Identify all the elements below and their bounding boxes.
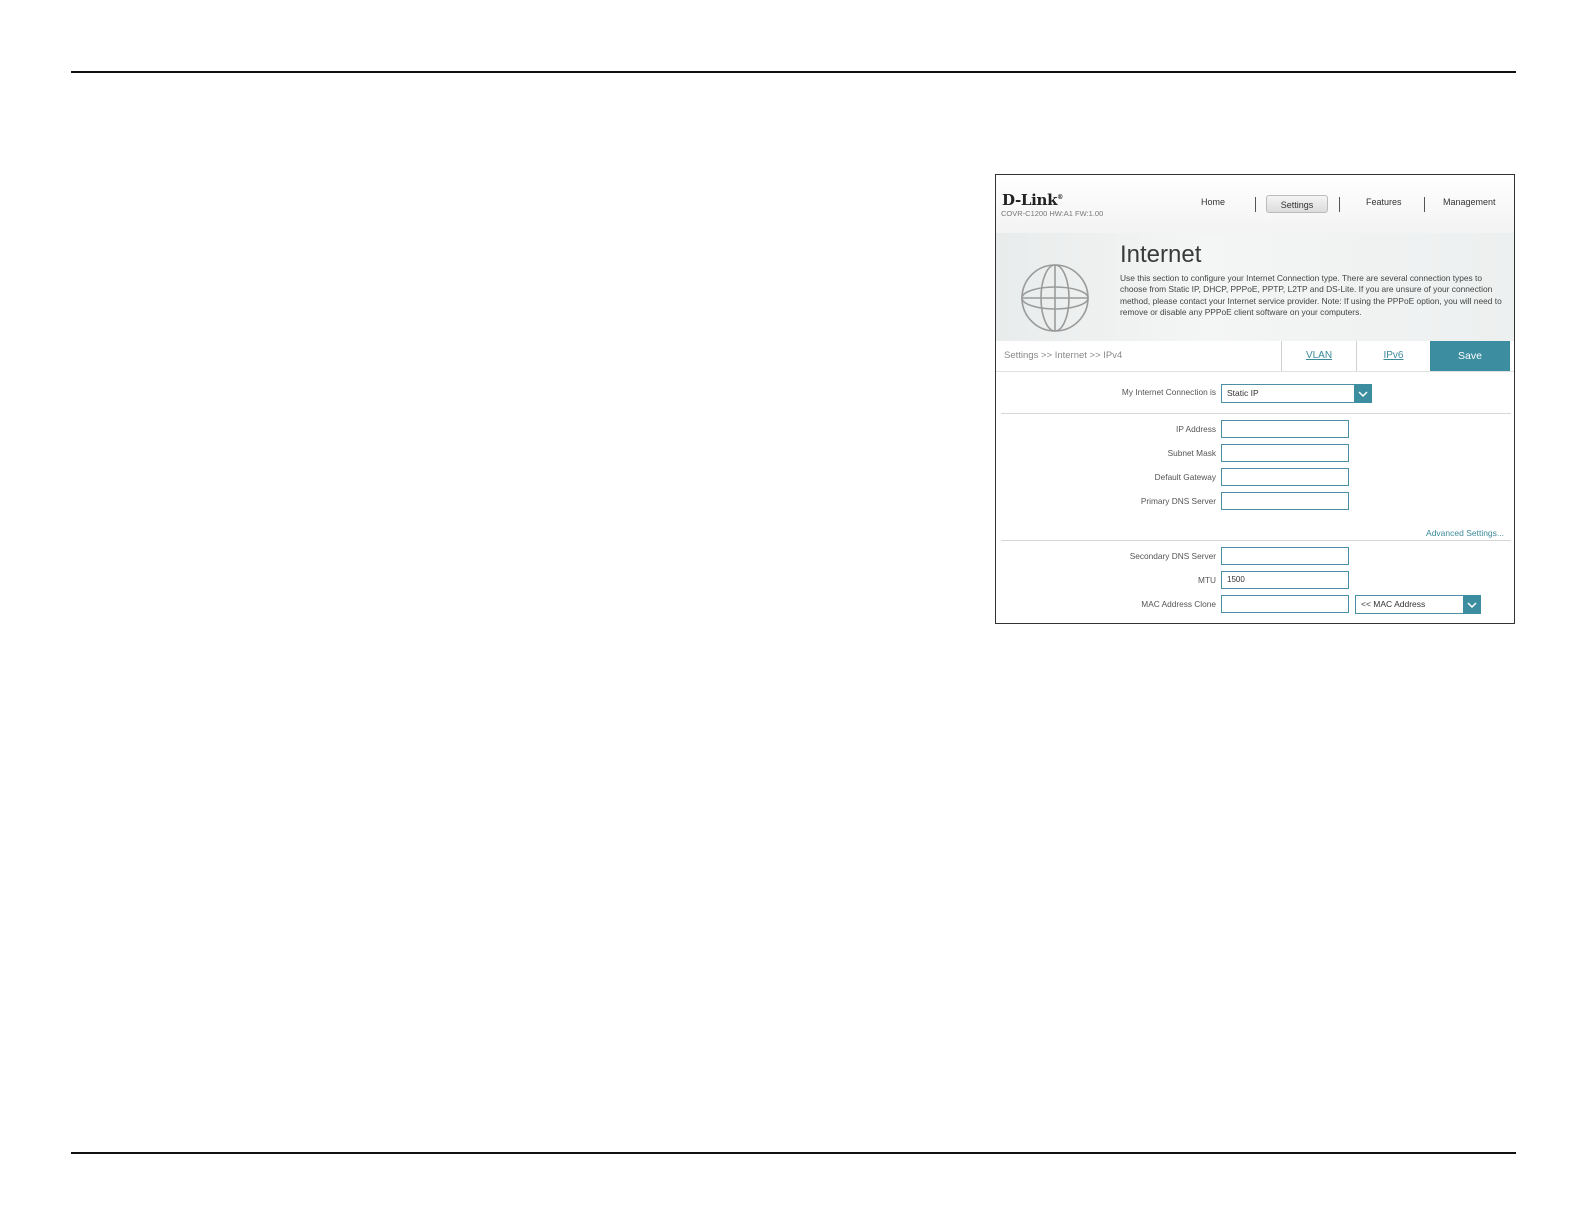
primary-dns-label: Primary DNS Server (1140, 496, 1216, 506)
page-title: Internet (1120, 241, 1202, 268)
save-button[interactable]: Save (1430, 341, 1510, 371)
nav-separator (1339, 197, 1340, 212)
section-divider (1001, 540, 1511, 541)
nav-separator (1424, 197, 1425, 212)
dlink-logo: D-Link® (1002, 191, 1063, 209)
chevron-down-icon[interactable] (1354, 384, 1372, 403)
secondary-dns-label: Secondary DNS Server (1129, 551, 1216, 561)
router-ui-screenshot: D-Link® COVR-C1200 HW:A1 FW:1.00 Home Se… (995, 174, 1515, 624)
mac-clone-input[interactable] (1221, 595, 1349, 613)
primary-dns-input[interactable] (1221, 492, 1349, 510)
page-banner: Internet Use this section to configure y… (996, 233, 1514, 341)
breadcrumb: Settings >> Internet >> IPv4 (1004, 350, 1123, 361)
section-divider (1001, 413, 1511, 414)
page-top-rule (71, 71, 1516, 73)
nav-settings[interactable]: Settings (1266, 195, 1328, 213)
connection-type-label: My Internet Connection is (1121, 387, 1216, 397)
nav-features[interactable]: Features (1366, 197, 1402, 207)
advanced-settings-link[interactable]: Advanced Settings... (1426, 528, 1504, 538)
mac-clone-label: MAC Address Clone (1141, 599, 1216, 609)
chevron-down-icon[interactable] (1463, 595, 1481, 614)
default-gateway-label: Default Gateway (1154, 472, 1216, 482)
connection-type-value: Static IP (1227, 388, 1259, 398)
subnet-mask-input[interactable] (1221, 444, 1349, 462)
page-description: Use this section to configure your Inter… (1120, 273, 1502, 318)
breadcrumb-bar: Settings >> Internet >> IPv4 VLAN IPv6 S… (996, 341, 1514, 372)
mac-address-select[interactable]: << MAC Address (1355, 595, 1481, 614)
tab-ipv6[interactable]: IPv6 (1356, 341, 1430, 371)
page-bottom-rule (71, 1152, 1516, 1154)
mtu-input[interactable]: 1500 (1221, 571, 1349, 589)
nav-management[interactable]: Management (1443, 197, 1496, 207)
model-info: COVR-C1200 HW:A1 FW:1.00 (1001, 209, 1104, 218)
globe-icon (1021, 264, 1089, 332)
tab-vlan[interactable]: VLAN (1281, 341, 1356, 371)
secondary-dns-input[interactable] (1221, 547, 1349, 565)
ip-address-input[interactable] (1221, 420, 1349, 438)
connection-type-select[interactable]: Static IP (1221, 384, 1372, 403)
subnet-mask-label: Subnet Mask (1167, 448, 1216, 458)
nav-separator (1255, 197, 1256, 212)
default-gateway-input[interactable] (1221, 468, 1349, 486)
header: D-Link® COVR-C1200 HW:A1 FW:1.00 Home Se… (996, 175, 1514, 234)
nav-home[interactable]: Home (1201, 197, 1225, 207)
mtu-label: MTU (1198, 575, 1216, 585)
ip-address-label: IP Address (1176, 424, 1216, 434)
mac-address-select-value: << MAC Address (1361, 599, 1426, 609)
